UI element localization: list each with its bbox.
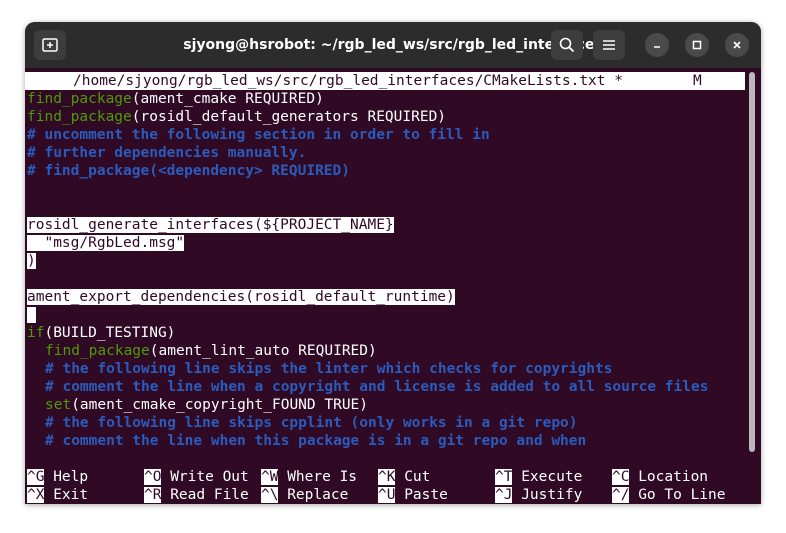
shortcut-go-to-line[interactable]: ^/ Go To Line: [612, 486, 726, 504]
search-button[interactable]: [551, 30, 583, 60]
modified-indicator: M: [693, 73, 702, 89]
hamburger-menu-icon: [603, 40, 615, 50]
terminal-window: sjyong@hsrobot: ~/rgb_led_ws/src/rgb_led…: [25, 22, 761, 504]
menu-button[interactable]: [593, 30, 625, 60]
code-line[interactable]: "msg/RgbLed.msg": [27, 234, 185, 252]
keyword: set: [45, 397, 72, 413]
comment-line[interactable]: # uncomment the following section in ord…: [27, 126, 490, 144]
comment-line[interactable]: # the following line skips cpplint (only…: [45, 414, 578, 432]
code-line[interactable]: ): [27, 252, 36, 270]
code-line[interactable]: if(BUILD_TESTING): [27, 324, 175, 342]
file-path: /home/sjyong/rgb_led_ws/src/rgb_led_inte…: [73, 73, 623, 89]
new-tab-icon: [42, 38, 58, 52]
shortcut-execute[interactable]: ^T Execute: [495, 468, 582, 486]
code-line[interactable]: find_package(ament_lint_auto REQUIRED): [45, 342, 377, 360]
close-button[interactable]: [725, 33, 749, 57]
code-line[interactable]: find_package(ament_cmake REQUIRED): [27, 90, 324, 108]
comment-line[interactable]: # comment the line when a copyright and …: [45, 378, 708, 396]
shortcut-write-out[interactable]: ^O Write Out: [144, 468, 249, 486]
shortcut-read-file[interactable]: ^R Read File: [144, 486, 249, 504]
title-bar[interactable]: sjyong@hsrobot: ~/rgb_led_ws/src/rgb_led…: [25, 22, 761, 68]
shortcut-replace[interactable]: ^\ Replace: [261, 486, 348, 504]
shortcut-paste[interactable]: ^U Paste: [378, 486, 448, 504]
shortcut-where-is[interactable]: ^W Where Is: [261, 468, 357, 486]
new-tab-button[interactable]: [34, 30, 66, 60]
keyword: find_package: [27, 91, 132, 107]
minimize-icon: [654, 46, 660, 48]
maximize-button[interactable]: [685, 33, 709, 57]
keyword: find_package: [45, 343, 150, 359]
comment-line[interactable]: # further dependencies manually.: [27, 144, 306, 162]
text-cursor: [27, 307, 36, 323]
shortcut-exit[interactable]: ^X Exit: [27, 486, 88, 504]
keyword: find_package: [27, 109, 132, 125]
shortcut-location[interactable]: ^C Location: [612, 468, 708, 486]
search-icon: [559, 37, 575, 53]
minimize-button[interactable]: [645, 33, 669, 57]
code-line[interactable]: find_package(rosidl_default_generators R…: [27, 108, 446, 126]
maximize-icon: [692, 40, 702, 50]
code-line[interactable]: rosidl_generate_interfaces(${PROJECT_NAM…: [27, 216, 394, 234]
keyword: if: [27, 325, 45, 341]
comment-line[interactable]: # find_package(<dependency> REQUIRED): [27, 162, 350, 180]
close-icon: [733, 41, 741, 49]
shortcut-cut[interactable]: ^K Cut: [378, 468, 430, 486]
comment-line[interactable]: # the following line skips the linter wh…: [45, 360, 612, 378]
code-line[interactable]: ament_export_dependencies(rosidl_default…: [27, 288, 455, 306]
code-line[interactable]: set(ament_cmake_copyright_FOUND TRUE): [45, 396, 368, 414]
comment-line[interactable]: # comment the line when this package is …: [45, 432, 586, 450]
scrollbar[interactable]: [749, 72, 755, 452]
shortcut-justify[interactable]: ^J Justify: [495, 486, 582, 504]
shortcut-help[interactable]: ^G Help: [27, 468, 88, 486]
